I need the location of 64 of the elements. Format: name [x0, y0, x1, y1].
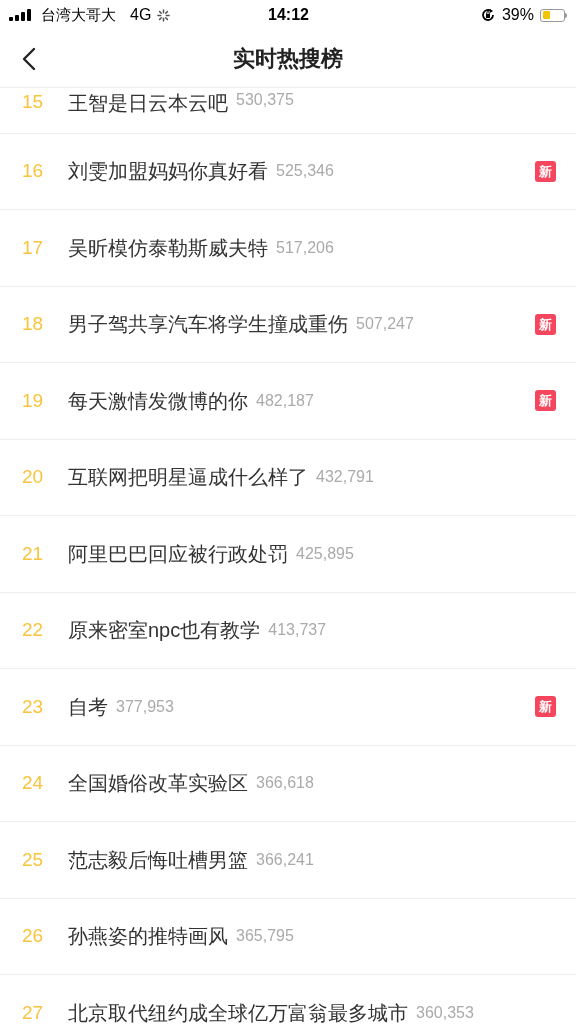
search-count: 507,247 — [356, 314, 414, 335]
topic-title: 全国婚俗改革实验区 — [68, 771, 248, 797]
list-item[interactable]: 23 自考 377,953 新 — [0, 669, 576, 746]
search-count: 366,618 — [256, 773, 314, 794]
search-count: 432,791 — [316, 467, 374, 488]
rank-number: 15 — [22, 90, 45, 114]
topic-title: 互联网把明星逼成什么样了 — [68, 465, 308, 491]
new-badge: 新 — [535, 313, 556, 335]
topic-title: 刘雯加盟妈妈你真好看 — [68, 159, 268, 185]
list-item[interactable]: 22 原来密室npc也有教学 413,737 — [0, 592, 576, 669]
list-item[interactable]: 25 范志毅后悔吐槽男篮 366,241 — [0, 822, 576, 899]
clock-time: 14:12 — [268, 5, 309, 25]
page-title: 实时热搜榜 — [233, 45, 343, 73]
rank-number: 16 — [22, 159, 45, 183]
search-count: 360,353 — [416, 1002, 474, 1023]
new-badge: 新 — [535, 696, 556, 718]
list-item[interactable]: 15 王智是日云本云吧 530,375 — [0, 88, 576, 134]
rank-number: 22 — [22, 618, 45, 642]
rank-number: 26 — [22, 924, 45, 948]
list-item[interactable]: 27 北京取代纽约成全球亿万富翁最多城市 360,353 — [0, 975, 576, 1024]
topic-title: 王智是日云本云吧 — [68, 91, 228, 116]
rank-number: 18 — [22, 312, 45, 336]
new-badge: 新 — [535, 160, 556, 182]
rank-number: 17 — [22, 235, 45, 260]
list-item[interactable]: 19 每天激情发微博的你 482,187 新 — [0, 363, 576, 440]
search-count: 365,795 — [236, 926, 294, 947]
rank-number: 24 — [22, 771, 45, 795]
rank-number: 20 — [22, 465, 45, 489]
search-count: 413,737 — [268, 620, 327, 641]
rotation-lock-icon — [479, 7, 496, 23]
topic-title: 男子驾共享汽车将学生撞成重伤 — [68, 312, 348, 338]
search-count: 366,241 — [256, 849, 314, 870]
rank-number: 19 — [22, 388, 45, 413]
list-item[interactable]: 17 吴昕模仿泰勒斯威夫特 517,206 — [0, 210, 576, 287]
network-type: 4G — [130, 5, 152, 25]
search-count: 530,375 — [236, 90, 294, 110]
rank-number: 21 — [22, 541, 45, 566]
loading-icon — [157, 8, 171, 22]
topic-title: 阿里巴巴回应被行政处罚 — [68, 541, 288, 567]
topic-title: 每天激情发微博的你 — [68, 388, 248, 414]
topic-title: 原来密室npc也有教学 — [68, 618, 261, 644]
new-badge: 新 — [535, 390, 556, 412]
topic-title: 孙燕姿的推特画风 — [68, 924, 228, 950]
battery-percent: 39% — [501, 5, 534, 25]
topic-title: 吴昕模仿泰勒斯威夫特 — [68, 235, 268, 261]
list-item[interactable]: 20 互联网把明星逼成什么样了 432,791 — [0, 439, 576, 516]
list-item[interactable]: 16 刘雯加盟妈妈你真好看 525,346 新 — [0, 133, 576, 210]
list-item[interactable]: 21 阿里巴巴回应被行政处罚 425,895 — [0, 516, 576, 593]
search-count: 482,187 — [256, 390, 314, 411]
topic-title: 北京取代纽约成全球亿万富翁最多城市 — [68, 1000, 408, 1024]
rank-number: 23 — [22, 694, 45, 719]
list-item[interactable]: 24 全国婚俗改革实验区 366,618 — [0, 745, 576, 822]
rank-number: 27 — [22, 1000, 45, 1024]
topic-title: 范志毅后悔吐槽男篮 — [68, 847, 248, 873]
list-item[interactable]: 18 男子驾共享汽车将学生撞成重伤 507,247 新 — [0, 286, 576, 363]
list-item[interactable]: 26 孙燕姿的推特画风 365,795 — [0, 898, 576, 975]
search-count: 525,346 — [276, 161, 334, 182]
search-count: 425,895 — [296, 543, 354, 564]
search-count: 377,953 — [116, 696, 174, 717]
carrier-name: 台湾大哥大 — [41, 4, 116, 25]
topic-title: 自考 — [68, 694, 108, 720]
search-count: 517,206 — [276, 237, 334, 258]
rank-number: 25 — [22, 847, 45, 872]
battery-icon — [540, 8, 567, 22]
